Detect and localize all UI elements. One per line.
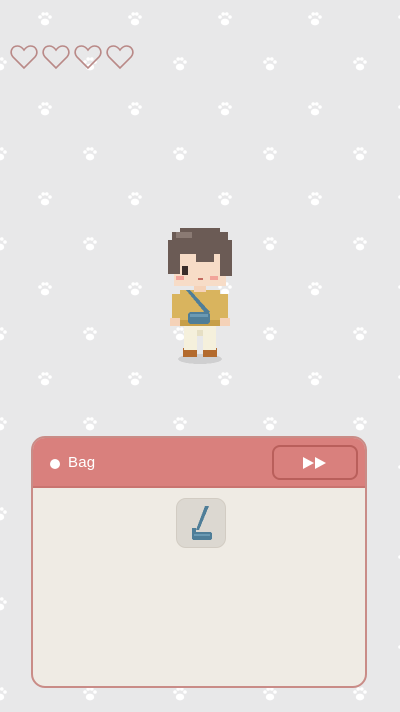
bag-icon bbox=[192, 506, 212, 540]
heart-icon bbox=[106, 45, 134, 70]
player-character[interactable] bbox=[158, 226, 242, 368]
heart-icon bbox=[10, 45, 38, 70]
panel-header: Bag bbox=[33, 438, 365, 488]
bag-panel: Bag bbox=[31, 436, 367, 688]
item-slot-bag[interactable] bbox=[176, 498, 226, 548]
header-dot bbox=[50, 459, 60, 469]
heart-icon bbox=[42, 45, 70, 70]
fast-forward-icon bbox=[303, 456, 326, 469]
heart-icon bbox=[74, 45, 102, 70]
next-button[interactable] bbox=[272, 445, 358, 480]
hearts-bar bbox=[10, 44, 134, 70]
panel-title: Bag bbox=[68, 454, 96, 471]
